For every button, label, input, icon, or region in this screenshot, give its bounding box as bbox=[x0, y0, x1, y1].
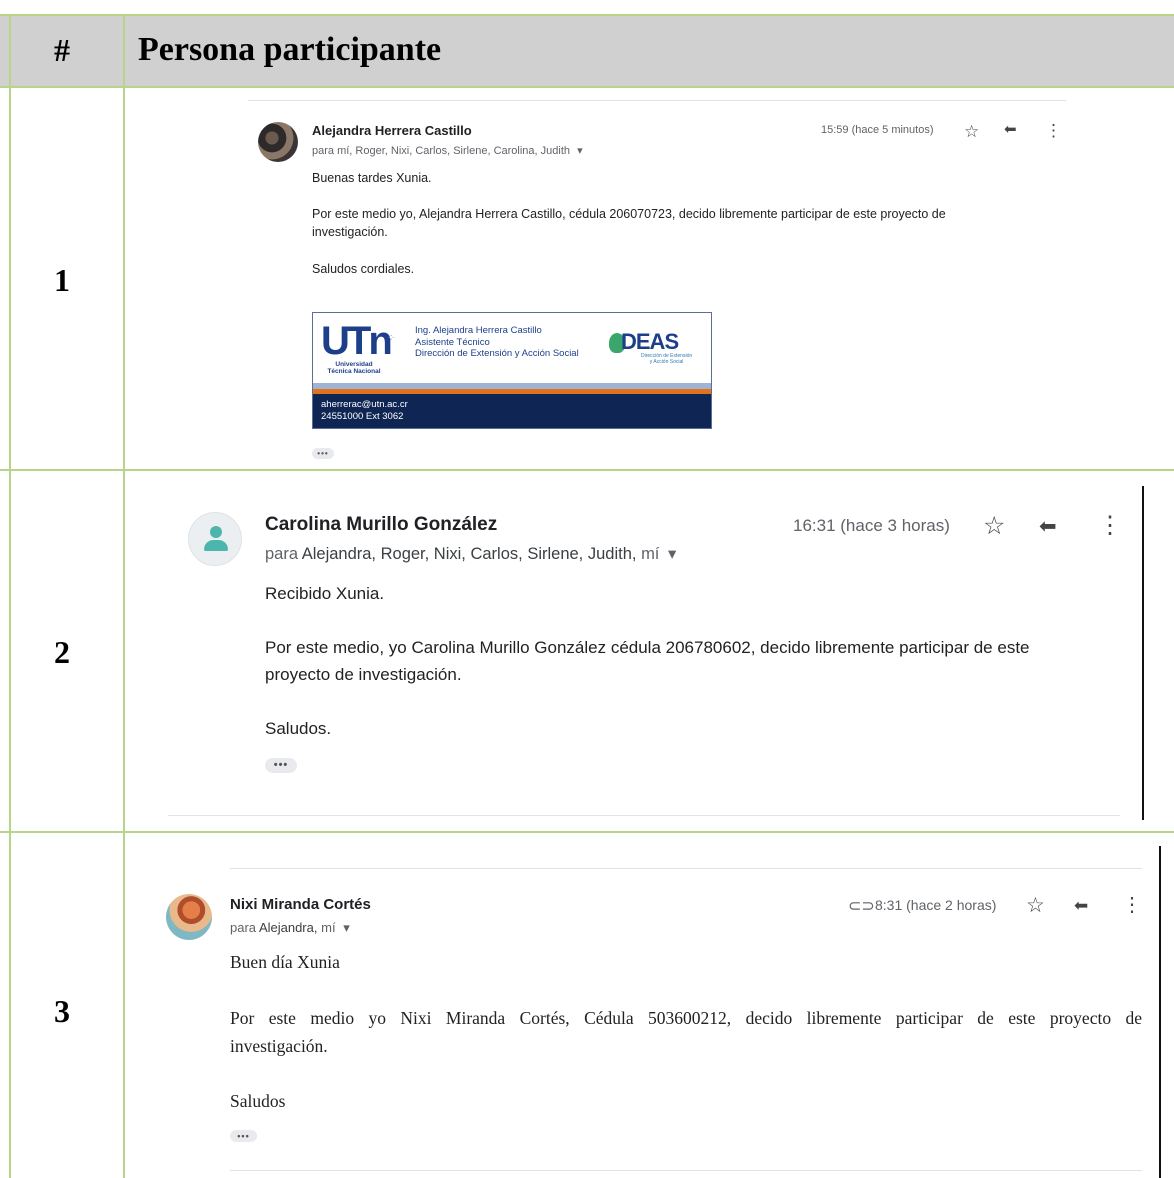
divider bbox=[230, 868, 1142, 869]
reply-icon[interactable]: ⬅ bbox=[1004, 122, 1017, 137]
email-3: Nixi Miranda Cortés para Alejandra, mí ▾… bbox=[160, 846, 1174, 1178]
avatar[interactable] bbox=[188, 512, 242, 566]
grid-line-row2-bottom bbox=[0, 831, 1174, 833]
show-trimmed-button[interactable]: ••• bbox=[312, 448, 334, 459]
sender-name[interactable]: Alejandra Herrera Castillo bbox=[312, 123, 472, 138]
deas-subtitle: Dirección de Extensión y Acción Social bbox=[641, 353, 692, 365]
body-line-1: Por este medio, yo Carolina Murillo Gonz… bbox=[265, 638, 1030, 657]
body-line-2: proyecto de investigación. bbox=[265, 665, 462, 684]
show-trimmed-button[interactable]: ••• bbox=[230, 1130, 257, 1142]
grid-line-top bbox=[0, 14, 1174, 16]
utn-sub-1: Universidad bbox=[335, 361, 373, 368]
recipients[interactable]: para Alejandra, mí ▾ bbox=[230, 920, 350, 936]
signature-dept: Dirección de Extensión y Acción Social bbox=[415, 348, 579, 359]
chevron-down-icon[interactable]: ▾ bbox=[343, 920, 350, 935]
person-icon-body bbox=[204, 540, 228, 551]
signature-contact: aherrerac@utn.ac.cr 24551000 Ext 3062 bbox=[321, 399, 408, 423]
logo-dots: ⁘ bbox=[387, 333, 396, 344]
divider bbox=[168, 815, 1120, 816]
body-line-1: Por este medio yo Nixi Miranda Cortés, C… bbox=[230, 1008, 1142, 1028]
greeting: Buen día Xunia bbox=[230, 952, 340, 972]
recipients-names: Alejandra, Roger, Nixi, Carlos, Sirlene,… bbox=[301, 545, 637, 563]
deas-sub-2: y Acción Social bbox=[649, 359, 684, 365]
row-number-1: 1 bbox=[54, 262, 70, 298]
star-icon[interactable]: ☆ bbox=[964, 123, 979, 140]
recipients-me: mí bbox=[321, 920, 336, 935]
closing: Saludos cordiales. bbox=[312, 262, 415, 276]
greeting: Recibido Xunia. bbox=[265, 584, 385, 603]
divider bbox=[248, 100, 1066, 101]
row-number-2: 2 bbox=[54, 634, 70, 670]
reply-icon[interactable]: ⬅ bbox=[1039, 516, 1057, 537]
recipients[interactable]: para mí, Roger, Nixi, Carlos, Sirlene, C… bbox=[312, 144, 583, 157]
more-vert-icon[interactable]: ⋮ bbox=[1098, 514, 1122, 538]
divider bbox=[230, 1170, 1142, 1171]
signature-info: Ing. Alejandra Herrera Castillo Asistent… bbox=[415, 325, 579, 360]
body-line-1: Por este medio yo, Alejandra Herrera Cas… bbox=[312, 207, 946, 221]
person-icon-head bbox=[210, 526, 222, 538]
deas-logo: DEAS Dirección de Extensión y Acción Soc… bbox=[607, 327, 697, 367]
utn-sub-2: Técnica Nacional bbox=[327, 368, 381, 375]
grid-line-header-bottom bbox=[0, 86, 1174, 88]
page-edge-line bbox=[1159, 846, 1161, 1178]
utn-logo: UTn bbox=[321, 319, 393, 363]
signature-email[interactable]: aherrerac@utn.ac.cr bbox=[321, 399, 408, 411]
recipients-para: para bbox=[230, 920, 257, 935]
sender-name[interactable]: Carolina Murillo González bbox=[265, 514, 497, 536]
page-edge-line bbox=[1142, 486, 1144, 820]
more-vert-icon[interactable]: ⋮ bbox=[1122, 895, 1142, 915]
timestamp: 8:31 (hace 2 horas) bbox=[875, 897, 997, 913]
reply-icon[interactable]: ⬅ bbox=[1074, 897, 1088, 914]
body-line-2: investigación. bbox=[312, 225, 388, 239]
grid-line-row1-bottom bbox=[0, 469, 1174, 471]
recipients-names: Alejandra, bbox=[258, 920, 318, 935]
more-vert-icon[interactable]: ⋮ bbox=[1045, 122, 1062, 139]
greeting: Buenas tardes Xunia. bbox=[312, 171, 432, 185]
recipients-text: para mí, Roger, Nixi, Carlos, Sirlene, C… bbox=[312, 145, 570, 157]
timestamp: 15:59 (hace 5 minutos) bbox=[821, 124, 934, 136]
chevron-down-icon[interactable]: ▾ bbox=[668, 545, 676, 563]
utn-logo-subtitle: Universidad Técnica Nacional bbox=[321, 361, 387, 375]
closing: Saludos. bbox=[265, 719, 332, 738]
star-icon[interactable]: ☆ bbox=[1026, 895, 1045, 916]
row-number-3: 3 bbox=[54, 993, 70, 1029]
recipients-para: para bbox=[265, 545, 299, 563]
avatar[interactable] bbox=[258, 122, 298, 162]
chevron-down-icon[interactable]: ▾ bbox=[577, 145, 583, 157]
deas-text: DEAS bbox=[621, 329, 679, 354]
timestamp: 16:31 (hace 3 horas) bbox=[793, 516, 950, 535]
sender-name[interactable]: Nixi Miranda Cortés bbox=[230, 896, 371, 913]
signature-role: Asistente Técnico bbox=[415, 336, 490, 348]
body-line-2: investigación. bbox=[230, 1036, 328, 1056]
header-title: Persona participante bbox=[138, 31, 442, 68]
signature-name: Ing. Alejandra Herrera Castillo bbox=[415, 325, 542, 336]
show-trimmed-button[interactable]: ••• bbox=[265, 758, 297, 773]
star-icon[interactable]: ☆ bbox=[983, 514, 1005, 539]
header-number: # bbox=[54, 31, 70, 68]
email-2: Carolina Murillo González para Alejandra… bbox=[168, 486, 1148, 826]
recipients-me: mí bbox=[641, 545, 660, 563]
recipients[interactable]: para Alejandra, Roger, Nixi, Carlos, Sir… bbox=[265, 544, 676, 564]
email-1: Alejandra Herrera Castillo para mí, Roge… bbox=[248, 100, 1066, 465]
attachment-icon: ⊂⊃ bbox=[848, 898, 875, 915]
closing: Saludos bbox=[230, 1091, 286, 1111]
email-signature: UTn ⁘ Universidad Técnica Nacional Ing. … bbox=[312, 312, 712, 429]
avatar[interactable] bbox=[166, 894, 212, 940]
signature-phone: 24551000 Ext 3062 bbox=[321, 411, 404, 422]
